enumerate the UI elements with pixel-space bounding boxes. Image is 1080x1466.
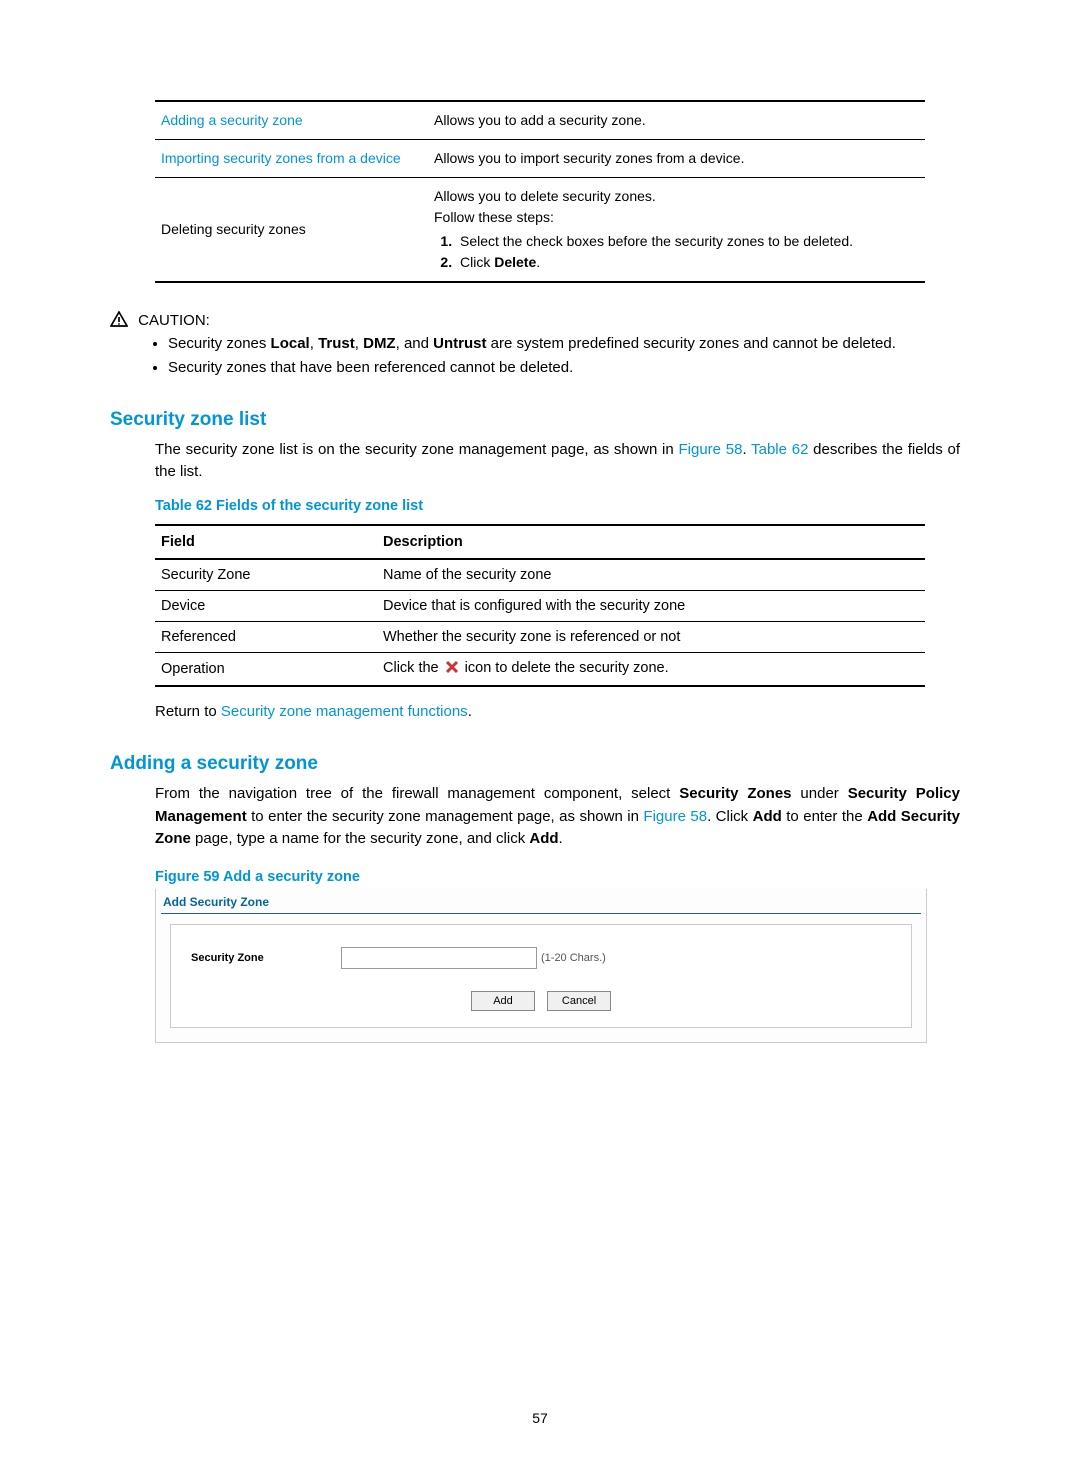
caution-bullet: Security zones Local, Trust, DMZ, and Un… xyxy=(168,333,960,355)
heading-security-zone-list: Security zone list xyxy=(110,409,960,431)
steps-list: Select the check boxes before the securi… xyxy=(434,231,913,273)
table-row: Referenced Whether the security zone is … xyxy=(155,621,925,652)
figure-add-security-zone: Add Security Zone Security Zone (1-20 Ch… xyxy=(155,889,927,1043)
cell-text: Allows you to add a security zone. xyxy=(434,112,646,128)
page-number: 57 xyxy=(0,1410,1080,1426)
link-figure-58[interactable]: Figure 58 xyxy=(643,808,707,825)
add-button[interactable]: Add xyxy=(471,991,535,1011)
field-table: Field Description Security Zone Name of … xyxy=(155,524,925,687)
th-field: Field xyxy=(155,525,377,559)
link-figure-58[interactable]: Figure 58 xyxy=(678,441,742,458)
table-row: Device Device that is configured with th… xyxy=(155,590,925,621)
security-zone-input[interactable] xyxy=(341,947,537,969)
link-security-zone-management-functions[interactable]: Security zone management functions xyxy=(221,703,468,720)
step-item: Click Delete. xyxy=(456,252,913,273)
cell-text: Allows you to delete security zones. xyxy=(434,186,913,207)
caution-icon xyxy=(110,312,138,329)
cell-text: Deleting security zones xyxy=(161,221,306,237)
delete-icon xyxy=(445,660,459,678)
figure-caption: Figure 59 Add a security zone xyxy=(155,869,960,885)
body-paragraph: The security zone list is on the securit… xyxy=(155,439,960,484)
return-link-paragraph: Return to Security zone management funct… xyxy=(155,701,960,724)
function-table: Adding a security zone Allows you to add… xyxy=(155,100,925,283)
caution-bullet: Security zones that have been referenced… xyxy=(168,357,960,379)
step-item: Select the check boxes before the securi… xyxy=(456,231,913,252)
heading-adding-security-zone: Adding a security zone xyxy=(110,753,960,775)
th-description: Description xyxy=(377,525,925,559)
caution-label: CAUTION: xyxy=(138,312,210,329)
table-row: Operation Click the icon to delete the s… xyxy=(155,652,925,686)
table-row: Security Zone Name of the security zone xyxy=(155,559,925,591)
input-hint: (1-20 Chars.) xyxy=(541,952,606,964)
body-paragraph: From the navigation tree of the firewall… xyxy=(155,783,960,851)
cell-text: Follow these steps: xyxy=(434,207,913,228)
figure-title: Add Security Zone xyxy=(161,891,921,914)
cell-text: Allows you to import security zones from… xyxy=(434,150,744,166)
field-label-security-zone: Security Zone xyxy=(191,952,341,964)
link-importing-security-zones[interactable]: Importing security zones from a device xyxy=(161,150,401,166)
caution-block: CAUTION: Security zones Local, Trust, DM… xyxy=(110,311,960,379)
link-adding-security-zone[interactable]: Adding a security zone xyxy=(161,112,303,128)
link-table-62[interactable]: Table 62 xyxy=(751,441,808,458)
table-caption: Table 62 Fields of the security zone lis… xyxy=(155,498,960,514)
cancel-button[interactable]: Cancel xyxy=(547,991,611,1011)
